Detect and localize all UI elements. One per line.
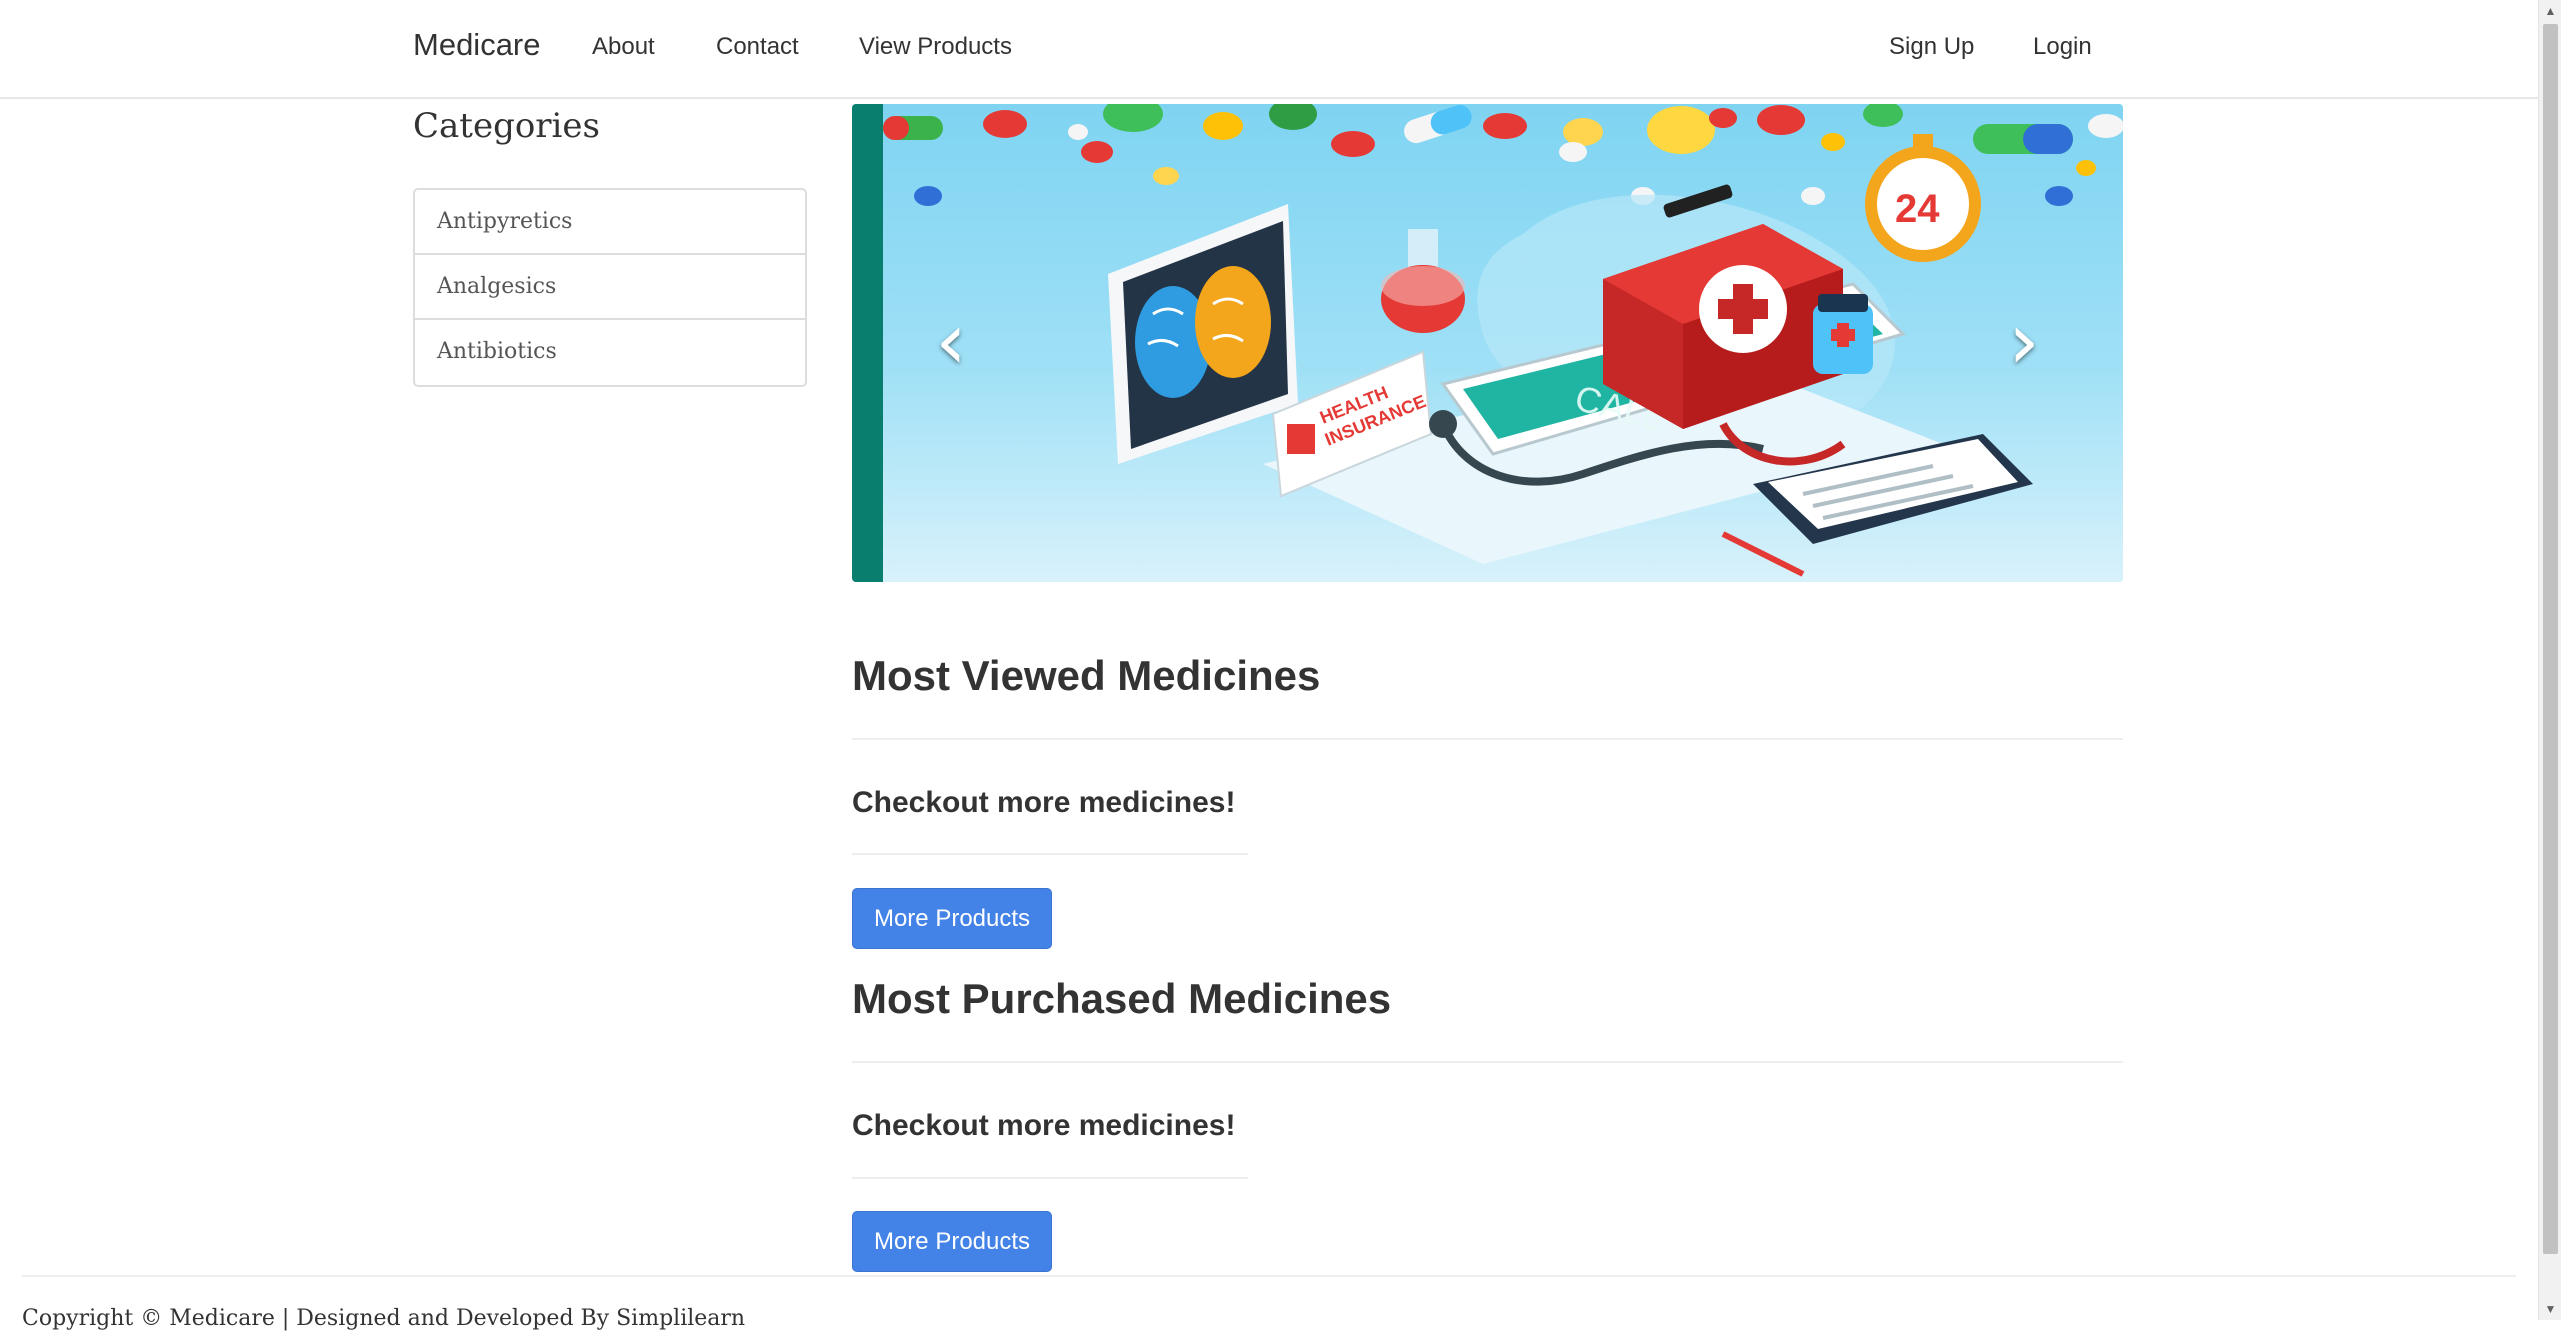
top-navbar: Medicare About Contact View Products Sig… (0, 0, 2538, 99)
footer-divider (22, 1275, 2516, 1277)
section-divider (852, 738, 2123, 740)
svg-text:24: 24 (1895, 187, 1940, 231)
most-purchased-subtitle: Checkout more medicines! (852, 1109, 1236, 1142)
scrollbar-thumb[interactable] (2543, 24, 2558, 1254)
nav-contact-link[interactable]: Contact (716, 33, 799, 61)
category-list: Antipyretics Analgesics Antibiotics (413, 188, 807, 387)
category-item-antibiotics[interactable]: Antibiotics (415, 320, 805, 385)
most-purchased-heading: Most Purchased Medicines (852, 975, 1392, 1022)
chevron-left-icon[interactable]: ‹ (916, 300, 986, 390)
footer-copyright: Copyright © Medicare | Designed and Deve… (22, 1306, 746, 1331)
section-divider (852, 1061, 2123, 1063)
nav-about-link[interactable]: About (592, 33, 655, 61)
most-viewed-subtitle: Checkout more medicines! (852, 786, 1236, 819)
nav-view-products-link[interactable]: View Products (859, 33, 1012, 61)
more-products-button-viewed[interactable]: More Products (852, 888, 1052, 949)
chevron-right-icon[interactable]: › (1989, 300, 2059, 390)
categories-heading: Categories (413, 106, 600, 146)
category-item-analgesics[interactable]: Analgesics (415, 255, 805, 320)
carousel-slide-edge (852, 104, 883, 582)
nav-signup-link[interactable]: Sign Up (1889, 33, 1974, 61)
scroll-up-icon[interactable]: ▲ (2539, 0, 2561, 22)
subtitle-divider (852, 853, 1248, 855)
nav-login-link[interactable]: Login (2033, 33, 2092, 61)
category-item-antipyretics[interactable]: Antipyretics (415, 190, 805, 255)
page-scrollbar[interactable]: ▲ ▼ (2538, 0, 2561, 1320)
medical-illustration: HEALTH INSURANCE CALL 24 (883, 104, 2123, 582)
subtitle-divider (852, 1177, 1248, 1179)
brand-link[interactable]: Medicare (413, 27, 541, 63)
most-viewed-heading: Most Viewed Medicines (852, 652, 1321, 699)
scroll-down-icon[interactable]: ▼ (2539, 1298, 2561, 1320)
more-products-button-purchased[interactable]: More Products (852, 1211, 1052, 1272)
image-carousel: HEALTH INSURANCE CALL 24 ‹ › (852, 104, 2123, 582)
